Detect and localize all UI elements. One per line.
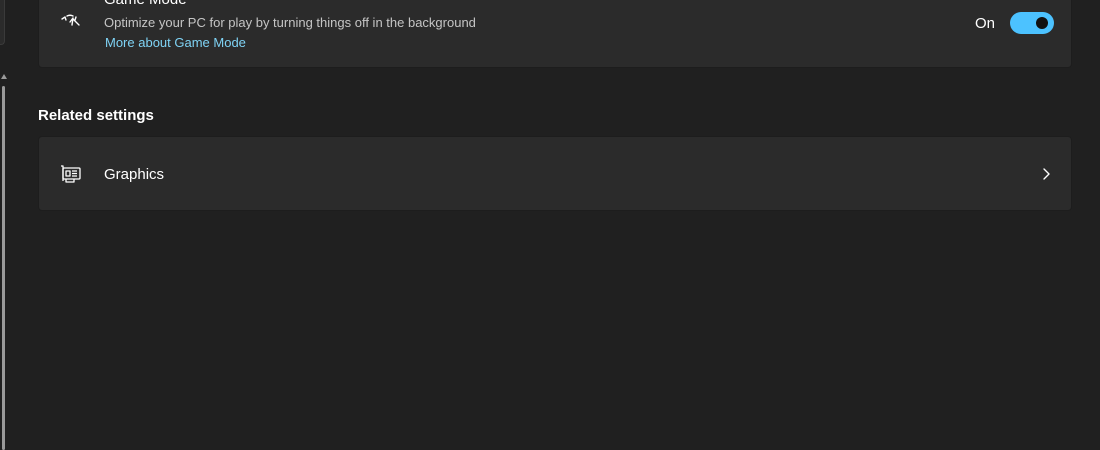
scroll-thumb[interactable] [2, 86, 5, 450]
vertical-scrollbar[interactable] [0, 72, 8, 450]
graphics-label: Graphics [104, 166, 165, 183]
nav-pane-edge [0, 0, 5, 45]
settings-page: Game Mode Optimize your PC for play by t… [0, 0, 1100, 450]
related-settings-heading: Related settings [38, 107, 154, 124]
game-mode-description: Optimize your PC for play by turning thi… [104, 15, 476, 30]
scroll-up-arrow-icon[interactable] [1, 74, 7, 79]
game-mode-gauge-icon [59, 11, 83, 35]
game-mode-toggle-state: On [975, 15, 996, 32]
toggle-knob [1036, 17, 1048, 29]
game-mode-title: Game Mode [104, 0, 187, 8]
graphics-card-icon [59, 162, 83, 186]
more-about-game-mode-link[interactable]: More about Game Mode [105, 35, 246, 50]
graphics-setting-row[interactable]: Graphics [38, 136, 1072, 211]
chevron-right-icon [1039, 166, 1055, 182]
game-mode-toggle[interactable] [1010, 12, 1054, 34]
game-mode-card: Game Mode Optimize your PC for play by t… [38, 0, 1072, 68]
